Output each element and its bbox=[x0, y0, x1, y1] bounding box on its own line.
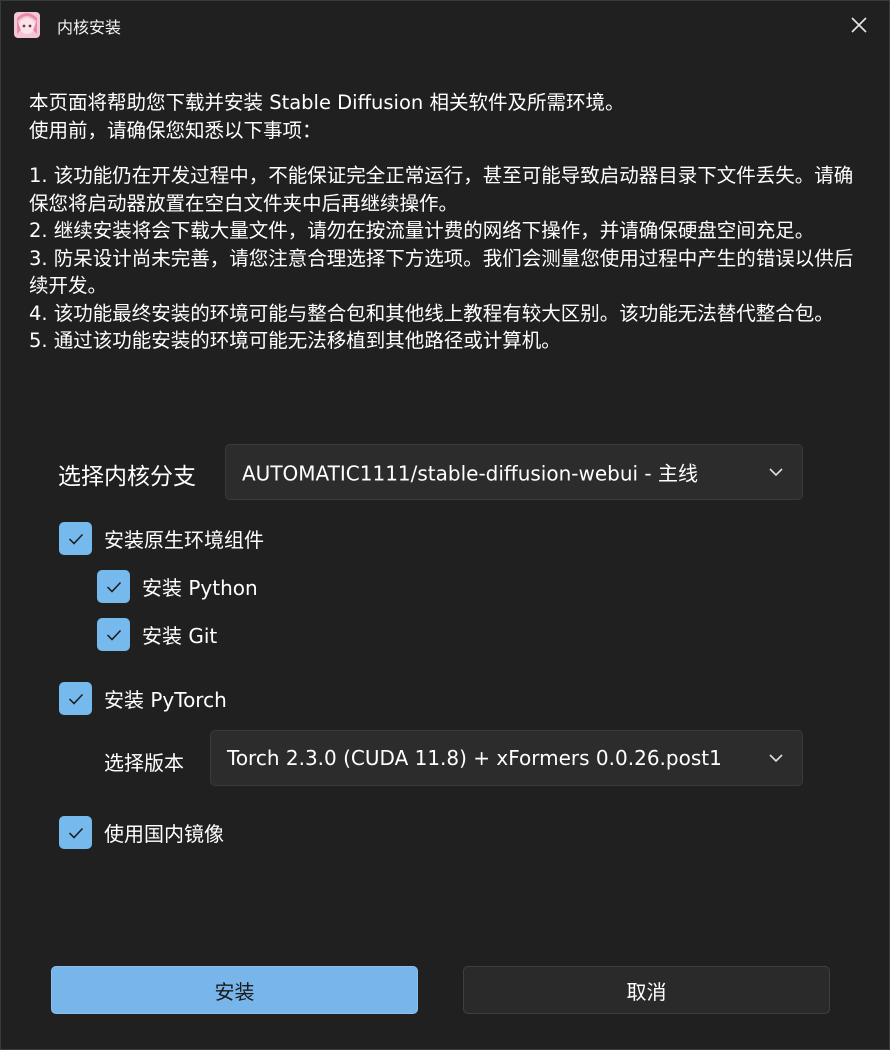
notice-item-2: 2. 继续安装将会下载大量文件，请勿在按流量计费的网络下操作，并请确保硬盘空间充… bbox=[29, 219, 815, 242]
intro-line: 使用前，请确保您知悉以下事项： bbox=[29, 118, 322, 142]
checkmark-icon bbox=[68, 533, 83, 545]
notice-item-4: 4. 该功能最终安装的环境可能与整合包和其他线上教程有较大区别。该功能无法替代整… bbox=[29, 301, 834, 325]
window-title: 内核安装 bbox=[57, 18, 122, 37]
native-env-checkbox[interactable] bbox=[59, 522, 92, 555]
checkmark-icon bbox=[68, 827, 83, 839]
branch-select[interactable]: AUTOMATIC1111/stable-diffusion-webui - 主… bbox=[225, 444, 803, 500]
pytorch-label: 安装 PyTorch bbox=[104, 688, 227, 712]
native-env-label: 安装原生环境组件 bbox=[104, 528, 264, 552]
git-checkbox-row[interactable]: 安装 Git bbox=[97, 618, 217, 651]
mirror-label: 使用国内镜像 bbox=[104, 822, 224, 846]
intro-notice: 本页面将帮助您下载并安装 Stable Diffusion 相关软件及所需环境。… bbox=[29, 89, 859, 355]
torch-version-select[interactable]: Torch 2.3.0 (CUDA 11.8) + xFormers 0.0.2… bbox=[210, 730, 803, 786]
python-label: 安装 Python bbox=[142, 576, 258, 600]
notice-item-1: 1. 该功能仍在开发过程中，不能保证完全正常运行，甚至可能导致启动器目录下文件丢… bbox=[29, 164, 854, 215]
chevron-down-icon bbox=[769, 468, 783, 477]
chevron-down-icon bbox=[769, 754, 783, 763]
install-dialog: 内核安装 本页面将帮助您下载并安装 Stable Diffusion 相关软件及… bbox=[0, 0, 890, 1050]
cancel-button[interactable]: 取消 bbox=[463, 966, 830, 1014]
close-button[interactable] bbox=[845, 11, 873, 39]
git-label: 安装 Git bbox=[142, 624, 218, 648]
checkmark-icon bbox=[106, 629, 121, 641]
branch-select-value: AUTOMATIC1111/stable-diffusion-webui - 主… bbox=[242, 461, 699, 486]
title-bar: 内核安装 bbox=[1, 1, 889, 47]
install-button[interactable]: 安装 bbox=[51, 966, 418, 1014]
checkmark-icon bbox=[68, 693, 83, 705]
native-env-checkbox-row[interactable]: 安装原生环境组件 bbox=[59, 522, 264, 555]
notice-item-5: 5. 通过该功能安装的环境可能无法移植到其他路径或计算机。 bbox=[29, 329, 561, 352]
intro-line: 本页面将帮助您下载并安装 Stable Diffusion 相关软件及所需环境。 bbox=[29, 91, 625, 114]
app-avatar-icon bbox=[14, 12, 40, 38]
notice-item-3: 3. 防呆设计尚未完善，请您注意合理选择下方选项。我们会测量您使用过程中产生的错… bbox=[29, 246, 854, 298]
checkmark-icon bbox=[106, 581, 121, 593]
mirror-checkbox-row[interactable]: 使用国内镜像 bbox=[59, 816, 224, 849]
python-checkbox-row[interactable]: 安装 Python bbox=[97, 570, 258, 603]
mirror-checkbox[interactable] bbox=[59, 816, 92, 849]
git-checkbox[interactable] bbox=[97, 618, 130, 651]
torch-version-label: 选择版本 bbox=[104, 751, 184, 775]
pytorch-checkbox[interactable] bbox=[59, 682, 92, 715]
close-icon bbox=[851, 17, 867, 33]
python-checkbox[interactable] bbox=[97, 570, 130, 603]
pytorch-checkbox-row[interactable]: 安装 PyTorch bbox=[59, 682, 227, 715]
torch-version-value: Torch 2.3.0 (CUDA 11.8) + xFormers 0.0.2… bbox=[227, 746, 722, 770]
branch-label: 选择内核分支 bbox=[58, 464, 196, 490]
